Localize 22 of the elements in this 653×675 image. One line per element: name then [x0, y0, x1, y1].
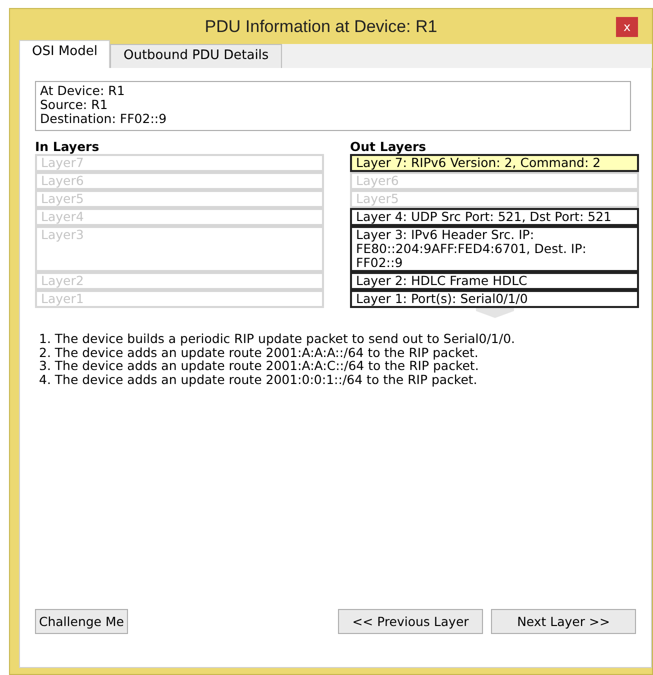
- tab[interactable]: OSI Model: [19, 40, 110, 68]
- info-text: Destination: FF02::9: [40, 112, 168, 126]
- layer-row[interactable]: Layer 2: HDLC Frame HDLC: [350, 272, 639, 290]
- chevron-down-icon[interactable]: [476, 308, 514, 318]
- description-text: 3. The device adds an update route 2001:A:A:C::/64 to the RIP packet.: [39, 359, 480, 372]
- info-text: At Device: R1: [40, 84, 126, 98]
- next-layer-button[interactable]: Next Layer >>: [491, 609, 636, 634]
- window-title: PDU Information at Device: R1: [204, 16, 438, 36]
- description-text: 4. The device adds an update route 2001:0:0:1::/64 to the RIP packet.: [39, 372, 478, 386]
- column-heading: In Layers: [35, 140, 100, 154]
- challenge-button[interactable]: Challenge Me: [35, 609, 128, 634]
- column-heading: Out Layers: [350, 140, 428, 154]
- tab[interactable]: Outbound PDU Details: [110, 44, 282, 68]
- previous-layer-button[interactable]: << Previous Layer: [338, 609, 483, 634]
- layer-row[interactable]: Layer 4: UDP Src Port: 521, Dst Port: 521: [350, 208, 639, 226]
- info-text: Source: R1: [40, 98, 109, 112]
- description-text: 2. The device adds an update route 2001:A:A:A::/64 to the RIP packet.: [39, 346, 480, 359]
- close-button[interactable]: x: [616, 17, 638, 37]
- layer-row[interactable]: Layer 3: IPv6 Header Src. IP: FE80::204:9AFF:FED4:6701, Dest. IP: FF02::9: [350, 226, 639, 272]
- layer-row[interactable]: Layer 7: RIPv6 Version: 2, Command: 2: [350, 154, 639, 172]
- layer-row[interactable]: Layer 1: Port(s): Serial0/1/0: [350, 290, 639, 308]
- description-text: 1. The device builds a periodic RIP update packet to send out to Serial0/1/0.: [39, 332, 516, 346]
